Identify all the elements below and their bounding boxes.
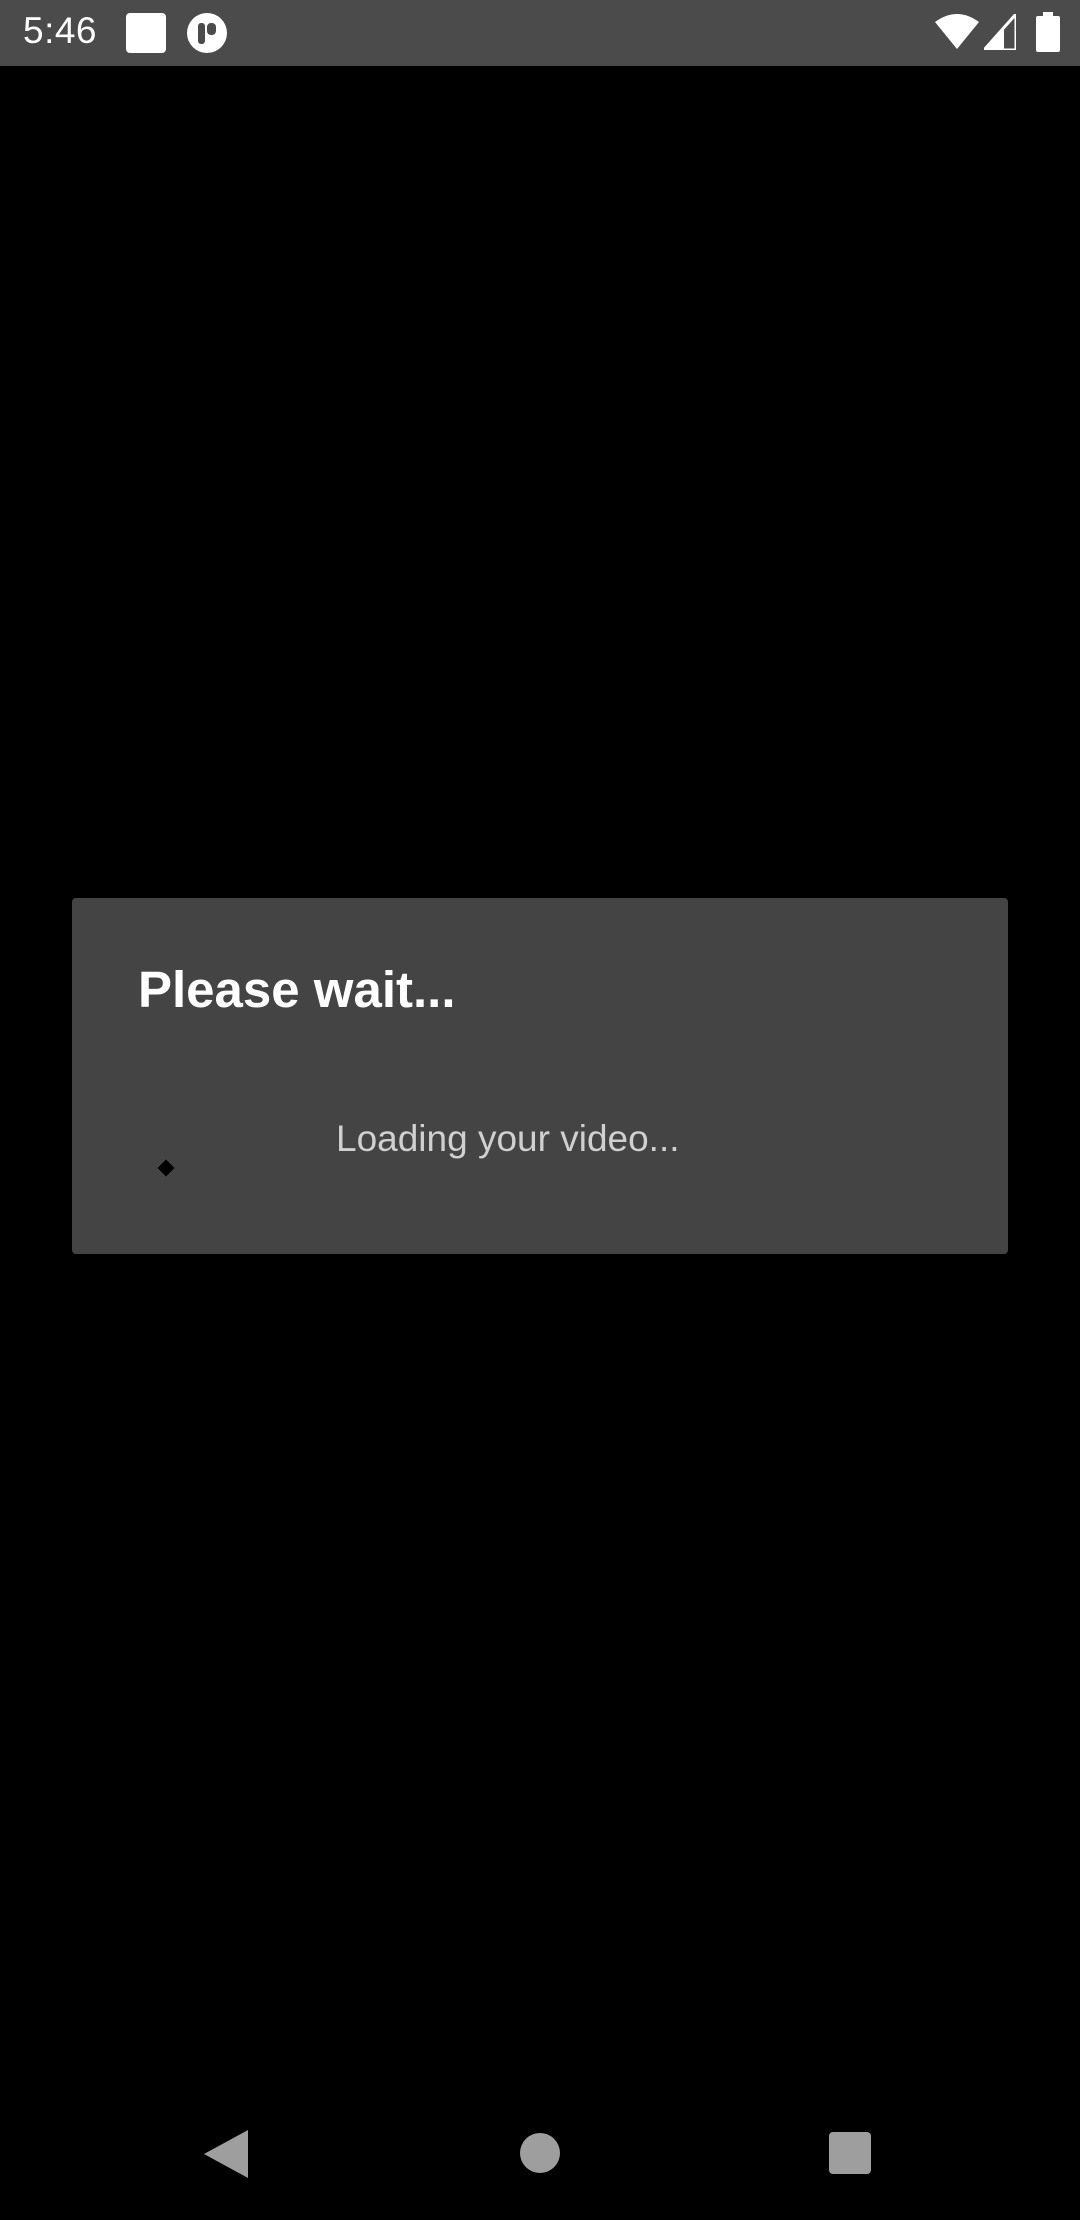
notification-square-icon xyxy=(126,13,166,53)
dialog-message: Loading your video... xyxy=(336,1118,680,1159)
navigation-bar xyxy=(0,2100,1080,2220)
dialog-title: Please wait... xyxy=(138,961,456,1018)
signal-icon xyxy=(984,14,1016,50)
status-bar: 5:46 xyxy=(0,0,1080,66)
app-notification-icon xyxy=(187,13,227,53)
back-icon[interactable] xyxy=(204,2130,248,2178)
loading-dialog: Please wait... Loading your video... xyxy=(72,898,1008,1254)
status-time: 5:46 xyxy=(23,10,98,51)
battery-icon xyxy=(1036,12,1060,52)
recents-icon[interactable] xyxy=(829,2132,871,2174)
home-icon[interactable] xyxy=(519,2132,561,2174)
wifi-icon xyxy=(935,14,979,49)
progress-spinner-icon xyxy=(157,1159,175,1177)
